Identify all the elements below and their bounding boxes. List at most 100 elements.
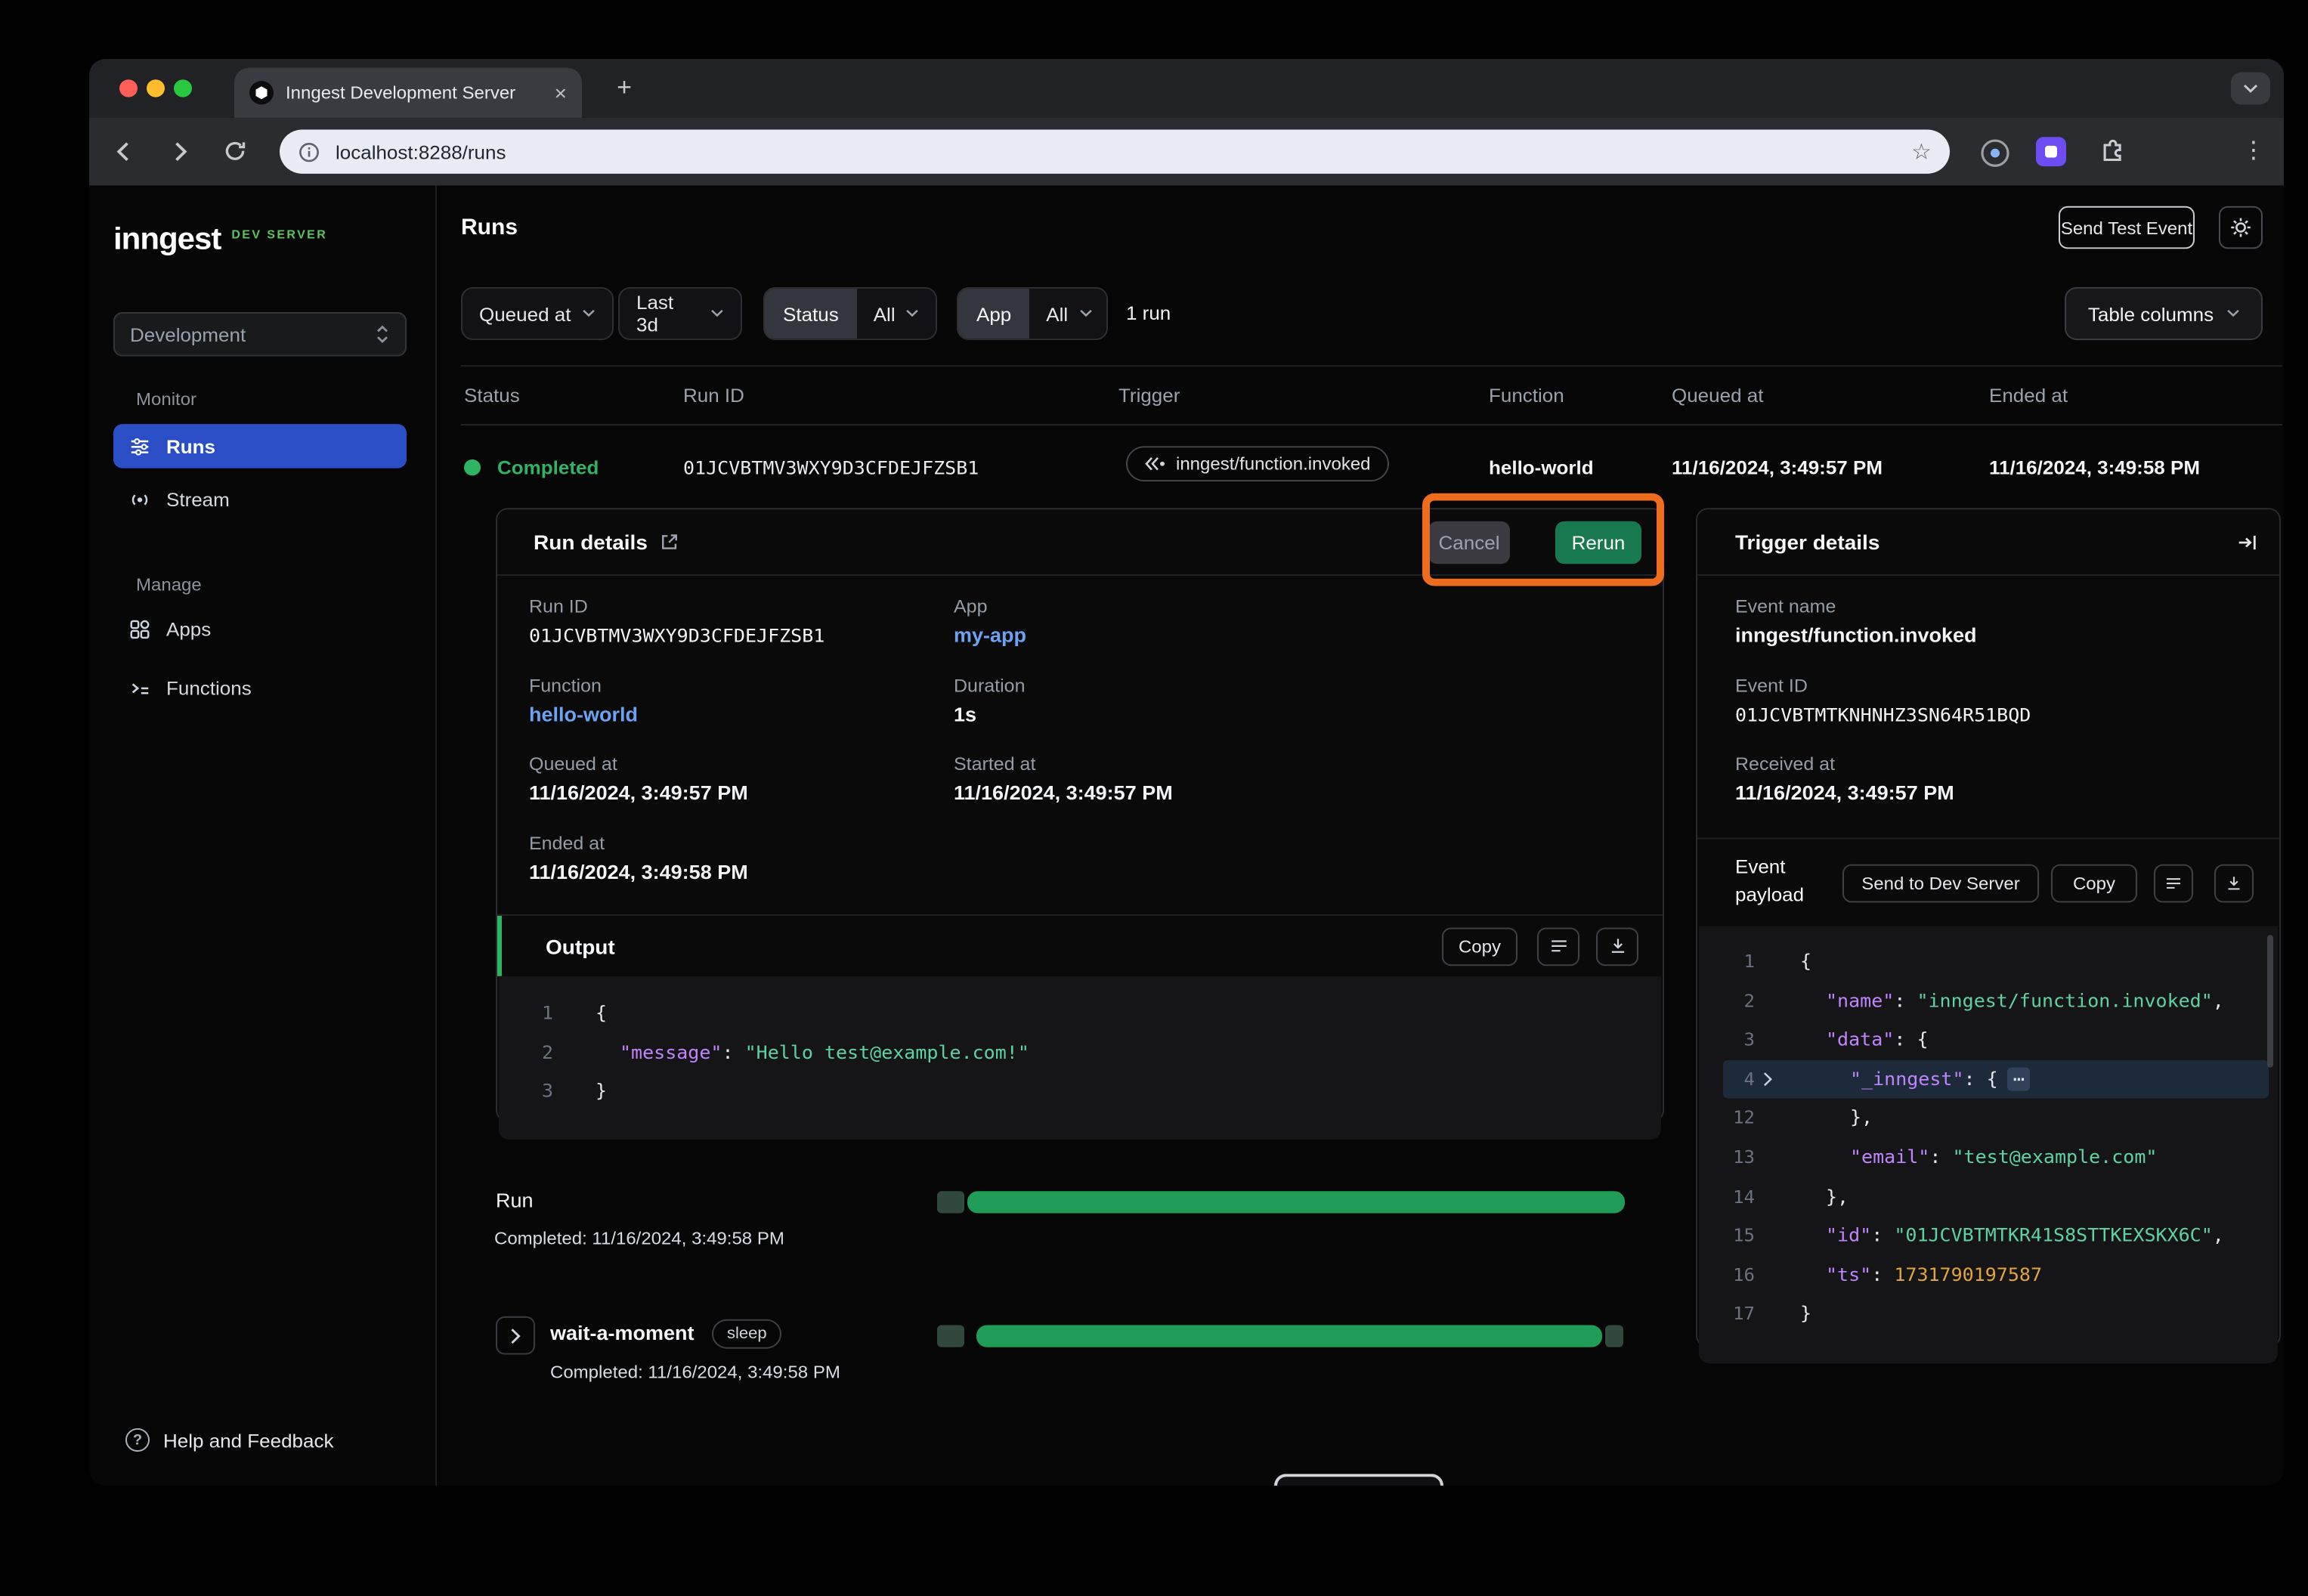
browser-window: Inngest Development Server × + localhost… (89, 59, 2284, 1486)
tab-favicon-inngest (249, 81, 274, 104)
runs-icon (128, 435, 151, 457)
section-label-monitor: Monitor (136, 388, 196, 409)
line-number: 17 (1699, 1294, 1755, 1334)
table-border (461, 424, 2282, 425)
reload-button[interactable] (222, 138, 248, 163)
app-link[interactable]: my-app (954, 624, 1026, 646)
help-label: Help and Feedback (163, 1429, 334, 1451)
trigger-details-header: Trigger details (1697, 509, 2279, 576)
output-code: 1 { 2 "message": "Hello test@example.com… (499, 976, 1661, 1140)
line-number: 1 (499, 994, 553, 1033)
column-header-run-id: Run ID (683, 385, 744, 407)
window-close-button[interactable] (119, 79, 138, 97)
environment-selector[interactable]: Development (113, 312, 407, 356)
line-number: 1 (1699, 942, 1755, 982)
app-value[interactable]: All (1029, 289, 1108, 339)
inngest-logo: inngest DEV SERVER (113, 224, 327, 255)
new-tab-button[interactable]: + (606, 71, 642, 107)
browser-tab[interactable]: Inngest Development Server × (234, 68, 582, 118)
status-badge: Completed (497, 456, 599, 478)
sidebar-item-stream[interactable]: Stream (113, 477, 407, 521)
column-header-queued: Queued at (1672, 385, 1763, 407)
cancel-button[interactable]: Cancel (1428, 521, 1510, 564)
site-info-icon[interactable] (298, 141, 320, 162)
code-line: 13 "email": "test@example.com" (1699, 1138, 2278, 1177)
payload-scroll-bottom-icon[interactable] (2214, 865, 2254, 903)
line-number: 14 (1699, 1177, 1755, 1217)
bookmark-star-icon[interactable]: ☆ (1911, 138, 1932, 165)
step-bar-stub (937, 1325, 964, 1347)
window-zoom-button[interactable] (174, 79, 192, 97)
filter-app[interactable]: App All (957, 287, 1108, 340)
address-bar[interactable]: localhost:8288/runs ☆ (280, 129, 1950, 173)
run-id-cell: 01JCVBTMV3WXY9D3CFDEJFZSB1 (683, 456, 979, 478)
extensions-puzzle-icon[interactable] (2096, 137, 2127, 166)
toolbar-extension-purple-icon[interactable] (2036, 137, 2066, 166)
status-dot (464, 459, 481, 475)
collapse-panel-icon[interactable] (2235, 530, 2258, 552)
sidebar-item-functions[interactable]: Functions (113, 666, 407, 710)
scroll-to-bottom-icon[interactable] (1596, 927, 1638, 966)
table-border (461, 365, 2282, 367)
window-minimize-button[interactable] (147, 79, 165, 97)
table-columns-button[interactable]: Table columns (2065, 287, 2263, 340)
field-duration: Duration 1s (954, 676, 1026, 725)
step-bar-end-stub (1605, 1325, 1623, 1347)
code-line: 2 "name": "inngest/function.invoked", (1699, 982, 2278, 1021)
field-event-id: Event ID 01JCVBTMTKNHNHZ3SN64R51BQD (1735, 676, 2031, 725)
line-number: 2 (499, 1033, 553, 1072)
tab-search-button[interactable] (2231, 72, 2270, 104)
send-test-event-button[interactable]: Send Test Event (2059, 206, 2195, 249)
browser-menu-icon[interactable]: ⋮ (2241, 135, 2266, 165)
environment-name: Development (130, 323, 375, 345)
trigger-pill[interactable]: inngest/function.invoked (1126, 446, 1389, 481)
function-link[interactable]: hello-world (529, 704, 638, 725)
select-chevrons-icon (375, 323, 390, 346)
word-wrap-icon[interactable] (1537, 927, 1579, 966)
send-to-dev-server-button[interactable]: Send to Dev Server (1842, 865, 2039, 903)
filter-time-range[interactable]: Last 3d (618, 287, 742, 340)
help-and-feedback[interactable]: ? Help and Feedback (125, 1428, 334, 1452)
settings-gear-button[interactable] (2219, 206, 2263, 249)
line-number: 13 (1699, 1138, 1755, 1177)
payload-copy-button[interactable]: Copy (2051, 865, 2137, 903)
collapse-chevron-icon[interactable] (1755, 1059, 1779, 1099)
collapsed-ellipsis[interactable]: ⋯ (2007, 1067, 2031, 1090)
sidebar-item-runs[interactable]: Runs (113, 424, 407, 468)
output-line: 2 "message": "Hello test@example.com!" (499, 1033, 1661, 1072)
output-copy-button[interactable]: Copy (1442, 927, 1518, 966)
sidebar-item-label: Apps (166, 617, 211, 639)
payload-scrollbar[interactable] (2267, 935, 2273, 1067)
code-line-collapsed[interactable]: 4 "_inngest": {⋯ (1723, 1059, 2269, 1099)
queued-at-cell: 11/16/2024, 3:49:57 PM (1672, 456, 1883, 478)
apps-icon (128, 617, 151, 639)
chevron-down-icon (581, 309, 595, 318)
run-details-header: Run details Cancel Rerun (497, 509, 1663, 576)
line-number: 3 (1699, 1021, 1755, 1060)
functions-icon (128, 676, 151, 698)
event-payload-title: Event payload (1735, 852, 1823, 908)
back-button[interactable] (110, 138, 138, 165)
filter-status[interactable]: Status All (763, 287, 937, 340)
output-header: Output Copy (497, 914, 1663, 976)
stream-icon (128, 488, 151, 510)
tab-close-icon[interactable]: × (555, 82, 567, 103)
page-title: Runs (461, 215, 518, 240)
run-details-title: Run details (534, 530, 648, 553)
filter-queued-at[interactable]: Queued at (461, 287, 614, 340)
payload-word-wrap-icon[interactable] (2154, 865, 2193, 903)
sidebar-item-apps[interactable]: Apps (113, 607, 407, 651)
chevron-down-icon (2226, 309, 2239, 318)
toolbar-hub-icon[interactable] (1979, 137, 2012, 169)
forward-button[interactable] (166, 138, 193, 165)
step-name: wait-a-moment (550, 1322, 695, 1344)
event-payload-code: 1 { 2 "name": "inngest/function.invoked"… (1699, 926, 2278, 1364)
status-value[interactable]: All (857, 289, 936, 339)
field-queued-at: Queued at 11/16/2024, 3:49:57 PM (529, 754, 748, 804)
gear-icon (2229, 216, 2252, 238)
rerun-button[interactable]: Rerun (1555, 521, 1641, 564)
step-expand-button[interactable] (496, 1316, 535, 1355)
app-segment: App (958, 289, 1029, 339)
section-label-manage: Manage (136, 574, 202, 595)
external-link-icon[interactable] (660, 531, 681, 552)
